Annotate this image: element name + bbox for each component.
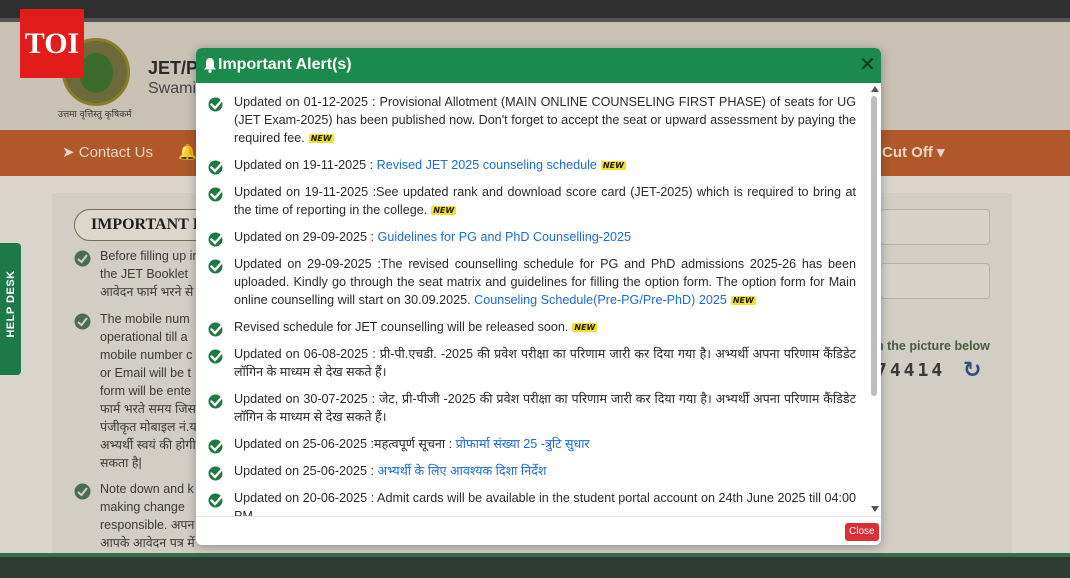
alert-item: Updated on 30-07-2025 : जेट, प्री-पीजी -…	[208, 390, 856, 426]
new-badge-icon: NEW	[600, 161, 626, 171]
modal-scrollbar[interactable]	[869, 86, 879, 514]
alert-item: Updated on 29-09-2025 :The revised couns…	[208, 255, 856, 309]
check-icon	[208, 322, 225, 337]
bottom-bar-line	[0, 553, 1070, 557]
close-button[interactable]: Close	[845, 523, 879, 541]
nav-contact-us[interactable]: ➤ Contact Us	[62, 143, 153, 161]
scroll-up-arrow-icon[interactable]	[871, 86, 879, 92]
check-icon	[208, 97, 225, 112]
bg-info-text-1: Before filling up in the JET Booklet आवे…	[100, 249, 200, 299]
scroll-thumb[interactable]	[871, 96, 877, 396]
send-icon: ➤	[62, 144, 79, 161]
caret-down-icon: ▾	[932, 144, 945, 161]
new-badge-icon: NEW	[730, 296, 756, 306]
check-icon	[208, 439, 225, 454]
new-badge-icon: NEW	[431, 206, 457, 216]
refresh-icon[interactable]: ↻	[963, 358, 981, 383]
check-icon	[74, 313, 91, 330]
alert-link[interactable]: Counseling Schedule(Pre-PG/Pre-PhD) 2025	[474, 293, 727, 307]
bell-icon: 🔔	[178, 144, 197, 161]
important-alerts-modal: Important Alert(s) ✕ Updated on 01-12-20…	[196, 48, 881, 545]
login-password-input[interactable]	[880, 263, 990, 299]
alert-text: Updated on 30-07-2025 : जेट, प्री-पीजी -…	[234, 392, 856, 424]
check-icon	[74, 250, 91, 267]
modal-body[interactable]: Updated on 01-12-2025 : Provisional Allo…	[196, 83, 881, 516]
bell-icon	[204, 58, 216, 73]
alert-text: Updated on 25-06-2025 :	[234, 464, 378, 478]
logo-motto: उत्तमा वृत्तिस्तु कृषिकर्म	[58, 110, 132, 120]
alert-item: Updated on 25-06-2025 : अभ्यर्थी के लिए …	[208, 462, 856, 481]
login-username-input[interactable]	[880, 209, 990, 245]
new-badge-icon: NEW	[572, 323, 598, 333]
alert-text: Updated on 29-09-2025 :	[234, 230, 378, 244]
toi-watermark-logo: TOI	[20, 9, 84, 78]
alert-text: Revised schedule for JET counselling wil…	[234, 320, 569, 334]
alert-item: Updated on 19-11-2025 : Revised JET 2025…	[208, 156, 856, 175]
alert-text: Updated on 19-11-2025 :See updated rank …	[234, 185, 856, 217]
site-subtitle: Swami	[148, 80, 197, 97]
modal-title: Important Alert(s)	[218, 56, 352, 73]
check-icon	[208, 187, 225, 202]
check-icon	[208, 493, 225, 508]
alert-text: Updated on 19-11-2025 :	[234, 158, 377, 172]
alert-link[interactable]: Guidelines for PG and PhD Counselling-20…	[378, 230, 631, 244]
check-icon	[208, 160, 225, 175]
close-icon[interactable]: ✕	[859, 54, 876, 74]
alert-item: Updated on 06-08-2025 : प्री-पी.एचडी. -2…	[208, 345, 856, 381]
modal-header: Important Alert(s) ✕	[196, 48, 881, 83]
check-icon	[208, 466, 225, 481]
alert-list: Updated on 01-12-2025 : Provisional Allo…	[208, 93, 856, 516]
alert-item: Updated on 29-09-2025 : Guidelines for P…	[208, 228, 856, 247]
alert-text: Updated on 20-06-2025 : Admit cards will…	[234, 491, 856, 516]
help-desk-tab[interactable]: HELP DESK	[0, 243, 21, 375]
bg-info-text-2: The mobile num operational till a mobile…	[100, 312, 200, 470]
alert-link[interactable]: Revised JET 2025 counseling schedule	[377, 158, 597, 172]
new-badge-icon: NEW	[308, 134, 334, 144]
check-icon	[208, 259, 225, 274]
help-desk-label: HELP DESK	[5, 270, 17, 338]
check-icon	[208, 349, 225, 364]
check-icon	[208, 232, 225, 247]
check-icon	[208, 394, 225, 409]
alert-item: Revised schedule for JET counselling wil…	[208, 318, 856, 337]
scroll-down-arrow-icon[interactable]	[871, 506, 879, 512]
logo-emblem	[79, 53, 113, 93]
alert-item: Updated on 25-06-2025 :महत्वपूर्ण सूचना …	[208, 435, 856, 454]
alert-item: Updated on 20-06-2025 : Admit cards will…	[208, 489, 856, 516]
alert-text: Updated on 25-06-2025 :महत्वपूर्ण सूचना …	[234, 437, 456, 451]
important-info-title: IMPORTANT IN	[91, 216, 211, 233]
captcha-image: 74414	[876, 360, 946, 381]
alert-item: Updated on 01-12-2025 : Provisional Allo…	[208, 93, 856, 147]
alert-item: Updated on 19-11-2025 :See updated rank …	[208, 183, 856, 219]
nav-notifications[interactable]: 🔔	[178, 143, 197, 161]
alert-link[interactable]: अभ्यर्थी के लिए आवश्यक दिशा निर्देश	[378, 464, 547, 478]
nav-cut-off[interactable]: Cut Off ▾	[882, 143, 945, 161]
bg-info-text-3: Note down and k making change responsibl…	[100, 482, 195, 550]
check-icon	[74, 483, 91, 500]
captcha-label: n the picture below	[876, 339, 990, 353]
modal-footer: Close	[196, 516, 881, 545]
alert-text: Updated on 06-08-2025 : प्री-पी.एचडी. -2…	[234, 347, 856, 379]
alert-link[interactable]: प्रोफार्मा संख्या 25 -त्रुटि सुधार	[456, 437, 590, 451]
